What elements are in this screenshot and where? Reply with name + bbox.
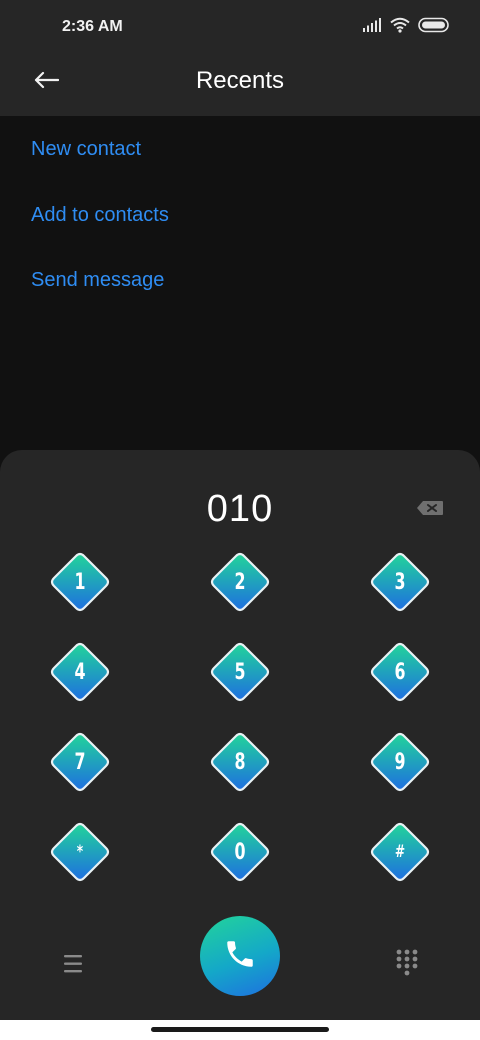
- key-hash[interactable]: #: [368, 820, 432, 884]
- key-9[interactable]: 9: [368, 730, 432, 794]
- key-7[interactable]: 7: [48, 730, 112, 794]
- key-label: 5: [234, 659, 246, 685]
- key-6[interactable]: 6: [368, 640, 432, 704]
- keypad-icon: [394, 949, 420, 982]
- menu-button[interactable]: [56, 952, 90, 976]
- key-label: #: [394, 842, 406, 862]
- new-contact-link[interactable]: New contact: [31, 138, 141, 161]
- key-label: 3: [394, 569, 406, 595]
- status-bar: 2:36 AM: [0, 0, 480, 56]
- send-message-link[interactable]: Send message: [31, 269, 164, 292]
- key-label: 2: [234, 569, 246, 595]
- key-label: 9: [394, 749, 406, 775]
- phone-icon: [223, 937, 257, 976]
- key-0[interactable]: 0: [208, 820, 272, 884]
- key-5[interactable]: 5: [208, 640, 272, 704]
- menu-icon: [56, 955, 90, 980]
- key-label: *: [76, 842, 84, 862]
- battery-icon: [418, 17, 450, 38]
- key-3[interactable]: 3: [368, 550, 432, 614]
- key-label: 1: [74, 569, 86, 595]
- wifi-icon: [390, 17, 410, 38]
- key-label: 8: [234, 749, 246, 775]
- signal-icon: [362, 18, 382, 37]
- key-1[interactable]: 1: [48, 550, 112, 614]
- key-label: 0: [234, 839, 246, 865]
- key-star[interactable]: *: [48, 820, 112, 884]
- key-8[interactable]: 8: [208, 730, 272, 794]
- backspace-button[interactable]: [416, 500, 446, 516]
- key-label: 4: [74, 659, 86, 685]
- key-label: 6: [394, 659, 406, 685]
- backspace-icon: [416, 501, 444, 520]
- dialer-panel: 010 1 2 3 4 5 6 7 8 9 * 0 #: [0, 450, 480, 1020]
- page-title: Recents: [195, 67, 285, 94]
- app-bar: Recents: [0, 56, 480, 116]
- dialer-bottom-bar: [0, 916, 480, 1020]
- home-indicator[interactable]: [151, 1027, 329, 1032]
- key-4[interactable]: 4: [48, 640, 112, 704]
- keypad-toggle-button[interactable]: [394, 948, 420, 978]
- status-time: 2:36 AM: [62, 18, 123, 35]
- actions-list: New contact Add to contacts Send message: [0, 116, 480, 456]
- status-icons: [362, 17, 450, 38]
- call-button[interactable]: [200, 916, 280, 996]
- navigation-bar: [0, 1020, 480, 1040]
- key-2[interactable]: 2: [208, 550, 272, 614]
- add-to-contacts-link[interactable]: Add to contacts: [31, 204, 169, 227]
- key-label: 7: [74, 749, 86, 775]
- dialed-number[interactable]: 010: [0, 488, 480, 531]
